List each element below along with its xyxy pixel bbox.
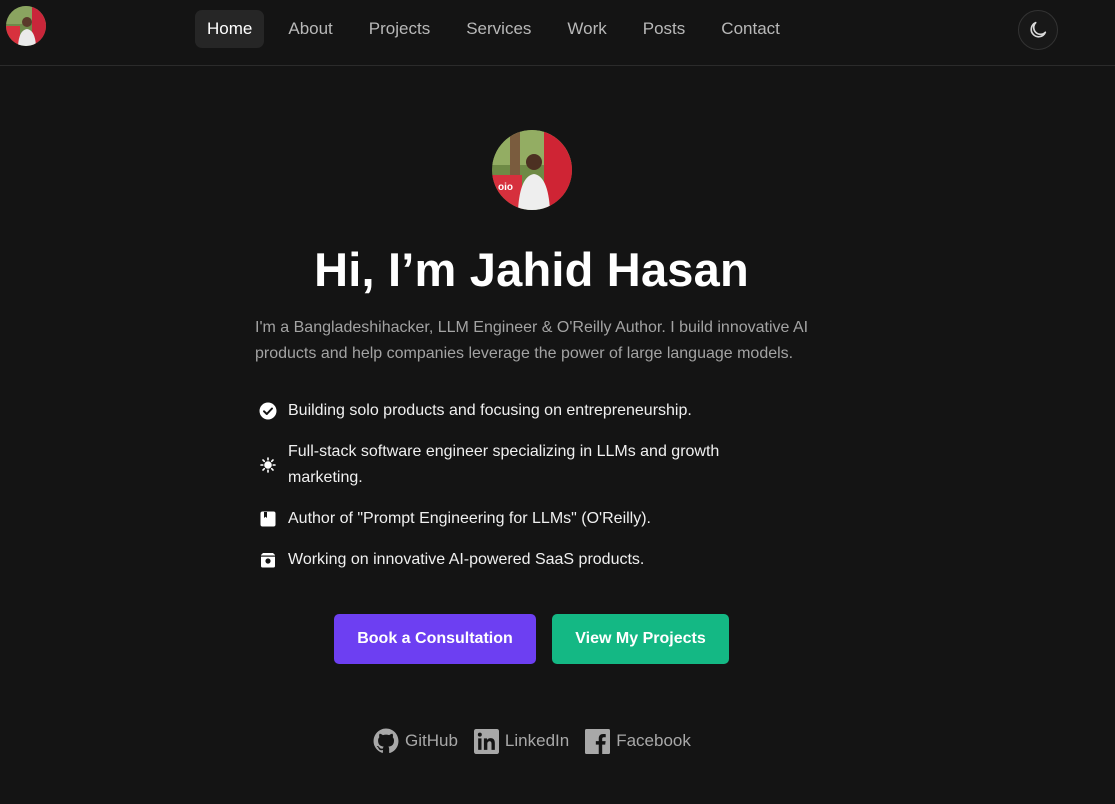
check-circle-icon [257, 398, 279, 424]
linkedin-icon [473, 728, 499, 754]
nav-item-work[interactable]: Work [555, 10, 618, 48]
highlight-item: Building solo products and focusing on e… [255, 398, 775, 424]
facebook-label: Facebook [616, 731, 691, 750]
moon-icon [1030, 21, 1047, 38]
social-links: GitHub LinkedIn Facebook [373, 727, 691, 755]
highlight-text: Full-stack software engineer specializin… [288, 443, 720, 486]
site-header: Home About Projects Services Work Posts … [0, 0, 1115, 66]
nav-item-home[interactable]: Home [195, 10, 265, 48]
sun-icon [257, 439, 279, 491]
linkedin-label: LinkedIn [504, 731, 570, 750]
theme-toggle-button[interactable] [1018, 10, 1058, 50]
view-projects-button[interactable]: View My Projects [552, 614, 729, 664]
profile-avatar: oio [492, 130, 572, 210]
facebook-icon [585, 728, 611, 754]
intro-paragraph: I'm a Bangladeshihacker, LLM Engineer & … [255, 319, 809, 362]
book-icon [257, 506, 279, 532]
product-box-icon [257, 547, 279, 573]
nav-item-projects[interactable]: Projects [357, 10, 442, 48]
svg-text:oio: oio [498, 182, 513, 193]
main-nav: Home About Projects Services Work Posts … [195, 10, 792, 48]
book-consultation-button[interactable]: Book a Consultation [334, 614, 536, 664]
highlight-text: Author of "Prompt Engineering for LLMs" … [288, 510, 651, 527]
highlight-text: Working on innovative AI-powered SaaS pr… [288, 551, 645, 568]
nav-avatar[interactable] [6, 6, 46, 46]
highlight-item: Author of "Prompt Engineering for LLMs" … [255, 506, 775, 532]
highlight-list: Building solo products and focusing on e… [255, 398, 775, 588]
nav-item-posts[interactable]: Posts [631, 10, 698, 48]
linkedin-link[interactable]: LinkedIn [473, 728, 570, 754]
nav-item-about[interactable]: About [276, 10, 344, 48]
nav-item-services[interactable]: Services [454, 10, 543, 48]
hero-title: Hi, I’m Jahid Hasan [314, 243, 749, 296]
github-label: GitHub [405, 731, 458, 750]
nav-item-contact[interactable]: Contact [709, 10, 792, 48]
highlight-text: Building solo products and focusing on e… [288, 402, 692, 419]
highlight-item: Full-stack software engineer specializin… [255, 439, 775, 491]
facebook-link[interactable]: Facebook [585, 728, 691, 754]
highlight-item: Working on innovative AI-powered SaaS pr… [255, 547, 775, 573]
github-link[interactable]: GitHub [373, 728, 458, 754]
github-icon [373, 728, 399, 754]
